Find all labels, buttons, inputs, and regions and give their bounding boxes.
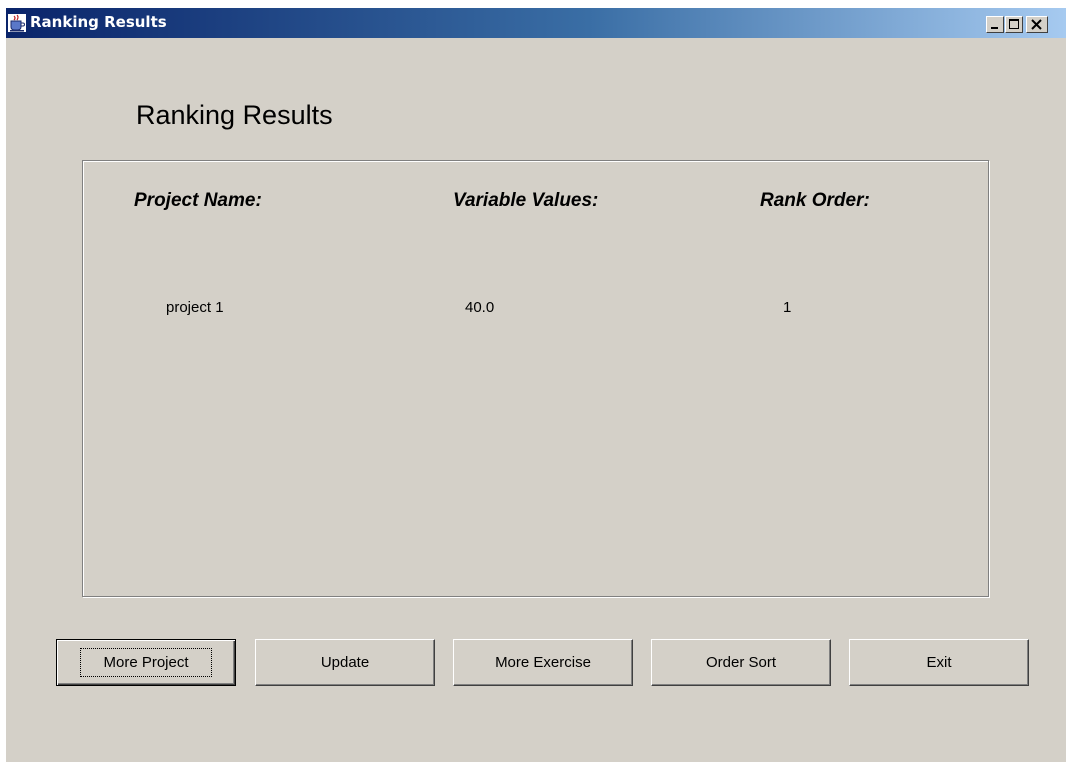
minimize-icon — [991, 27, 998, 29]
maximize-button[interactable] — [1005, 16, 1023, 33]
page-title: Ranking Results — [136, 100, 333, 130]
update-label: Update — [320, 654, 370, 671]
java-cup-icon — [8, 14, 26, 32]
exit-button[interactable]: Exit — [849, 639, 1029, 686]
update-button[interactable]: Update — [255, 639, 435, 686]
window-title: Ranking Results — [30, 13, 167, 31]
order-sort-label: Order Sort — [705, 654, 777, 671]
close-icon — [1031, 19, 1042, 30]
more-exercise-label: More Exercise — [495, 654, 591, 671]
more-exercise-button[interactable]: More Exercise — [453, 639, 633, 686]
column-header-rank-order: Rank Order: — [760, 190, 870, 211]
results-panel — [82, 160, 989, 597]
exit-label: Exit — [926, 654, 952, 671]
maximize-icon — [1009, 19, 1019, 29]
column-header-project-name: Project Name: — [134, 190, 262, 211]
more-project-label: More Project — [80, 648, 212, 677]
more-project-button[interactable]: More Project — [56, 639, 236, 686]
close-button[interactable] — [1026, 16, 1048, 33]
cell-project-name: project 1 — [166, 299, 224, 316]
minimize-button[interactable] — [986, 16, 1004, 33]
cell-rank-order: 1 — [783, 299, 792, 316]
order-sort-button[interactable]: Order Sort — [651, 639, 831, 686]
column-header-variable-values: Variable Values: — [453, 190, 599, 211]
ranking-results-window: Ranking Results Ranking Results Project … — [6, 8, 1066, 762]
title-bar[interactable]: Ranking Results — [6, 8, 1066, 38]
cell-variable-value: 40.0 — [465, 299, 495, 316]
